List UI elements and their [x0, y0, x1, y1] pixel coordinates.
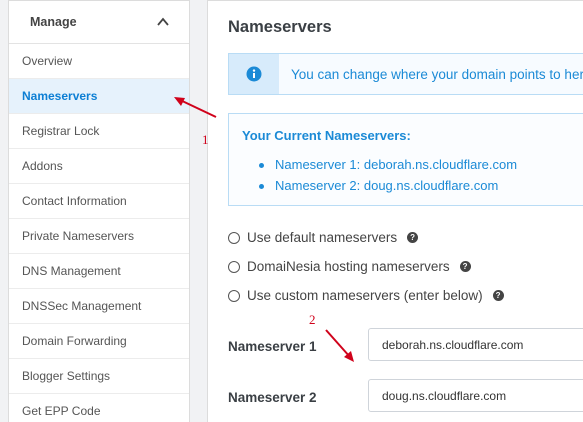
sidebar-item-label: Get EPP Code	[22, 404, 101, 418]
info-icon-box	[229, 54, 279, 94]
nameserver-2-label: Nameserver 2	[228, 390, 317, 405]
sidebar-item-label: Domain Forwarding	[22, 334, 127, 348]
sidebar-item-private-nameservers[interactable]: Private Nameservers	[9, 219, 189, 254]
list-item: Nameserver 2: doug.ns.cloudflare.com	[259, 178, 517, 199]
sidebar-item-blogger-settings[interactable]: Blogger Settings	[9, 359, 189, 394]
nameserver-1-label: Nameserver 1	[228, 339, 317, 354]
current-nameservers-heading: Your Current Nameservers:	[242, 128, 411, 143]
annotation-arrow-2	[325, 329, 354, 362]
sidebar-item-label: DNSSec Management	[22, 299, 142, 313]
nameserver-1-input[interactable]	[368, 328, 583, 361]
sidebar-item-domain-forwarding[interactable]: Domain Forwarding	[9, 324, 189, 359]
annotation-label-2: 2	[309, 312, 316, 327]
nameservers-panel: Nameservers You can change where your do…	[207, 0, 583, 422]
sidebar-item-label: Registrar Lock	[22, 124, 100, 138]
sidebar-item-registrar-lock[interactable]: Registrar Lock	[9, 114, 189, 149]
sidebar-item-contact-information[interactable]: Contact Information	[9, 184, 189, 219]
sidebar-item-label: Contact Information	[22, 194, 127, 208]
help-icon[interactable]: ?	[407, 232, 419, 243]
sidebar-item-dnssec-management[interactable]: DNSSec Management	[9, 289, 189, 324]
info-alert: You can change where your domain points …	[228, 53, 583, 95]
sidebar-item-label: Private Nameservers	[22, 229, 135, 243]
option-custom-nameservers[interactable]: Use custom nameservers (enter below) ?	[228, 288, 504, 303]
chevron-up-icon[interactable]	[157, 17, 169, 27]
sidebar-item-label: Nameservers	[22, 89, 98, 103]
radio-custom[interactable]	[228, 289, 240, 302]
list-item: Nameserver 1: deborah.ns.cloudflare.com	[259, 157, 517, 178]
sidebar-title: Manage	[30, 15, 77, 29]
radio-default[interactable]	[228, 231, 240, 244]
help-icon[interactable]: ?	[492, 290, 504, 301]
info-message: You can change where your domain points …	[291, 66, 583, 82]
manage-sidebar: Manage Overview Nameservers Registrar Lo…	[8, 0, 190, 422]
current-nameservers-list: Nameserver 1: deborah.ns.cloudflare.com …	[259, 157, 517, 199]
sidebar-item-addons[interactable]: Addons	[9, 149, 189, 184]
page-title: Nameservers	[228, 18, 332, 36]
sidebar-item-label: Addons	[22, 159, 63, 173]
sidebar-item-nameservers[interactable]: Nameservers	[9, 79, 189, 114]
option-default-nameservers[interactable]: Use default nameservers ?	[228, 230, 419, 245]
info-icon	[246, 66, 262, 82]
option-label: Use default nameservers	[247, 230, 398, 245]
nameserver-2-input[interactable]	[368, 379, 583, 412]
sidebar-item-get-epp-code[interactable]: Get EPP Code	[9, 394, 189, 422]
sidebar-header[interactable]: Manage	[9, 1, 189, 44]
annotation-arrow-1	[174, 97, 217, 118]
sidebar-item-overview[interactable]: Overview	[9, 44, 189, 79]
radio-hosting[interactable]	[228, 260, 240, 273]
sidebar-item-label: DNS Management	[22, 264, 121, 278]
option-label: DomaiNesia hosting nameservers	[247, 259, 450, 274]
option-label: Use custom nameservers (enter below)	[247, 288, 483, 303]
sidebar-item-label: Blogger Settings	[22, 369, 111, 383]
current-nameservers-box: Your Current Nameservers: Nameserver 1: …	[228, 113, 583, 206]
sidebar-item-label: Overview	[22, 54, 73, 68]
annotation-label-1: 1	[202, 132, 209, 147]
sidebar-item-dns-management[interactable]: DNS Management	[9, 254, 189, 289]
option-hosting-nameservers[interactable]: DomaiNesia hosting nameservers ?	[228, 259, 471, 274]
help-icon[interactable]: ?	[459, 261, 471, 272]
